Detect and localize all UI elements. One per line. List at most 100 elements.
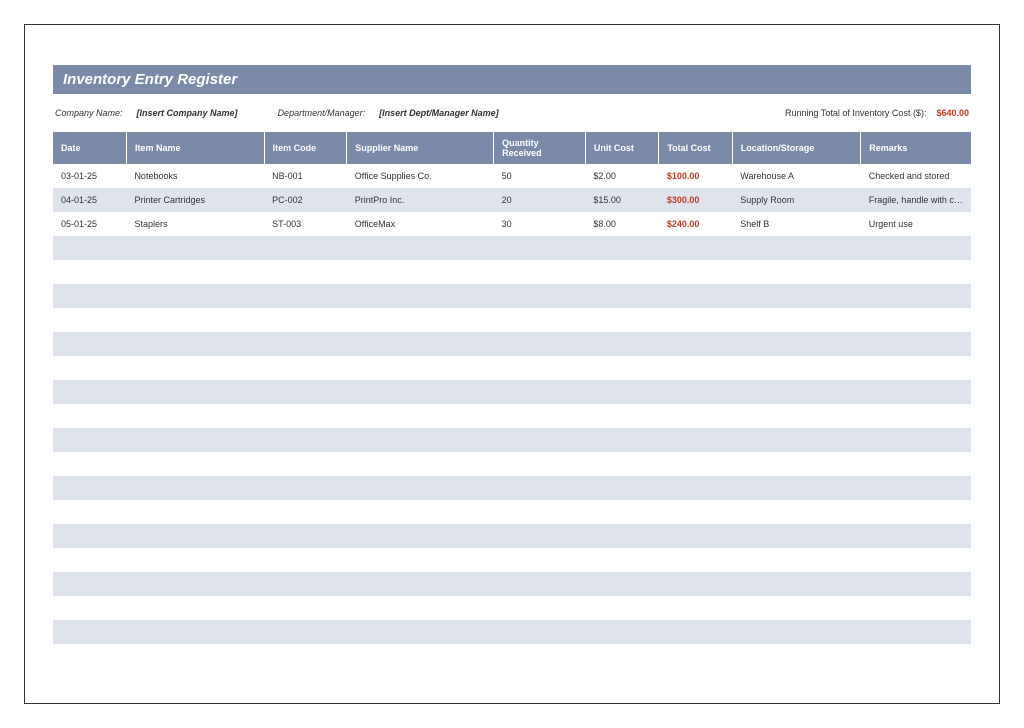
empty-cell — [659, 332, 732, 356]
empty-cell — [264, 284, 347, 308]
empty-cell — [585, 548, 658, 572]
empty-cell — [861, 308, 971, 332]
empty-cell — [659, 596, 732, 620]
empty-cell — [53, 308, 126, 332]
running-total-label: Running Total of Inventory Cost ($): — [785, 108, 926, 118]
empty-cell — [264, 236, 347, 260]
empty-cell — [585, 500, 658, 524]
empty-cell — [494, 620, 586, 644]
cell-total: $300.00 — [659, 188, 732, 212]
table-header-row: Date Item Name Item Code Supplier Name Q… — [53, 132, 971, 164]
empty-cell — [53, 476, 126, 500]
empty-cell — [347, 596, 494, 620]
empty-cell — [494, 644, 586, 668]
cell-supplier: Office Supplies Co. — [347, 164, 494, 188]
empty-cell — [347, 284, 494, 308]
empty-cell — [585, 260, 658, 284]
empty-cell — [861, 524, 971, 548]
empty-cell — [53, 548, 126, 572]
cell-code: NB-001 — [264, 164, 347, 188]
table-row-empty — [53, 572, 971, 596]
empty-cell — [494, 308, 586, 332]
company-label: Company Name: — [55, 108, 123, 118]
empty-cell — [659, 476, 732, 500]
empty-cell — [585, 596, 658, 620]
table-row-empty — [53, 428, 971, 452]
empty-cell — [861, 452, 971, 476]
empty-cell — [585, 236, 658, 260]
empty-cell — [494, 332, 586, 356]
empty-cell — [126, 620, 264, 644]
empty-cell — [494, 524, 586, 548]
empty-cell — [659, 620, 732, 644]
empty-cell — [732, 284, 861, 308]
cell-item: Staplers — [126, 212, 264, 236]
header-unit: Unit Cost — [585, 132, 658, 164]
empty-cell — [53, 644, 126, 668]
empty-cell — [494, 428, 586, 452]
empty-cell — [126, 572, 264, 596]
empty-cell — [53, 428, 126, 452]
table-row: 03-01-25NotebooksNB-001Office Supplies C… — [53, 164, 971, 188]
empty-cell — [659, 428, 732, 452]
empty-cell — [732, 620, 861, 644]
empty-cell — [732, 596, 861, 620]
table-row-empty — [53, 236, 971, 260]
empty-cell — [659, 500, 732, 524]
empty-cell — [861, 332, 971, 356]
table-row-empty — [53, 500, 971, 524]
empty-cell — [126, 236, 264, 260]
cell-date: 04-01-25 — [53, 188, 126, 212]
empty-cell — [585, 476, 658, 500]
empty-cell — [659, 308, 732, 332]
empty-cell — [585, 356, 658, 380]
empty-cell — [126, 428, 264, 452]
empty-cell — [861, 428, 971, 452]
empty-cell — [494, 596, 586, 620]
running-total-value: $640.00 — [936, 108, 969, 118]
empty-cell — [126, 548, 264, 572]
document-title: Inventory Entry Register — [63, 71, 237, 88]
cell-total: $240.00 — [659, 212, 732, 236]
header-loc: Location/Storage — [732, 132, 861, 164]
empty-cell — [53, 452, 126, 476]
empty-cell — [659, 380, 732, 404]
table-row-empty — [53, 524, 971, 548]
empty-cell — [659, 644, 732, 668]
empty-cell — [53, 236, 126, 260]
empty-cell — [126, 452, 264, 476]
empty-cell — [53, 404, 126, 428]
empty-cell — [732, 644, 861, 668]
empty-cell — [585, 644, 658, 668]
empty-cell — [347, 548, 494, 572]
empty-cell — [861, 284, 971, 308]
empty-cell — [732, 476, 861, 500]
empty-cell — [347, 572, 494, 596]
empty-cell — [347, 644, 494, 668]
table-row-empty — [53, 596, 971, 620]
cell-remarks: Fragile, handle with care — [861, 188, 971, 212]
empty-cell — [585, 572, 658, 596]
table-row: 05-01-25StaplersST-003OfficeMax30$8.00$2… — [53, 212, 971, 236]
empty-cell — [732, 404, 861, 428]
empty-cell — [126, 524, 264, 548]
inventory-table: Date Item Name Item Code Supplier Name Q… — [53, 132, 971, 668]
empty-cell — [53, 500, 126, 524]
empty-cell — [732, 572, 861, 596]
dept-value: [Insert Dept/Manager Name] — [379, 108, 499, 118]
empty-cell — [494, 356, 586, 380]
empty-cell — [659, 524, 732, 548]
empty-cell — [347, 500, 494, 524]
empty-cell — [126, 332, 264, 356]
empty-cell — [861, 500, 971, 524]
empty-cell — [53, 260, 126, 284]
table-row-empty — [53, 308, 971, 332]
cell-total: $100.00 — [659, 164, 732, 188]
empty-cell — [732, 500, 861, 524]
empty-cell — [126, 500, 264, 524]
empty-cell — [264, 428, 347, 452]
cell-code: ST-003 — [264, 212, 347, 236]
empty-cell — [659, 404, 732, 428]
empty-cell — [659, 452, 732, 476]
cell-item: Notebooks — [126, 164, 264, 188]
